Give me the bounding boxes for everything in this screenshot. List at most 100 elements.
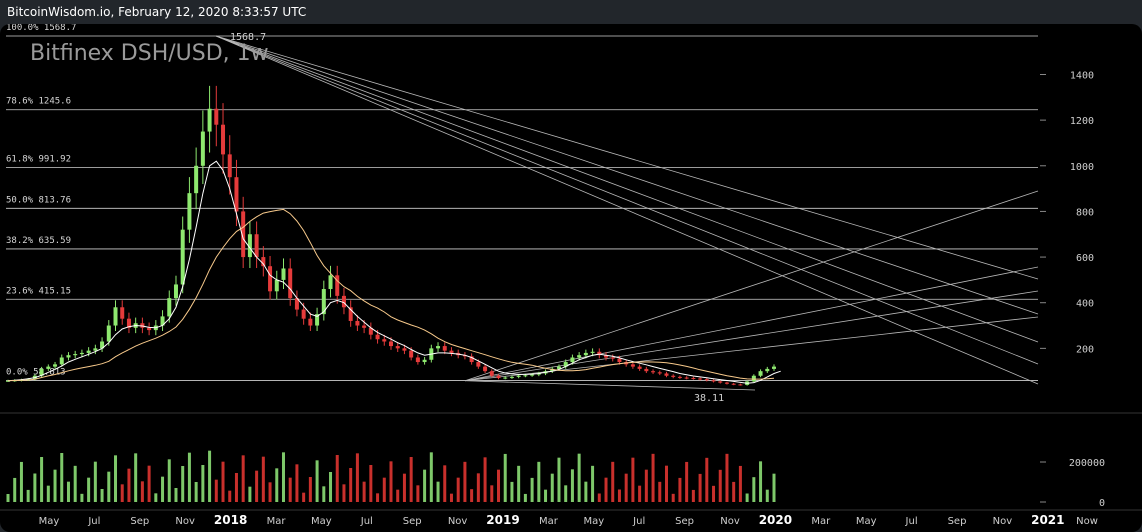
candle-body — [637, 366, 642, 369]
candle-body — [671, 375, 676, 377]
volume-bar — [436, 481, 440, 502]
moving-averages — [7, 160, 781, 384]
volume-bar — [140, 481, 144, 502]
volume-bar — [658, 481, 662, 502]
volume-bar — [275, 468, 279, 502]
candle-body — [86, 350, 91, 353]
candle-body — [214, 108, 219, 125]
volume-bar — [537, 461, 541, 502]
volume-bar — [443, 465, 447, 502]
x-tick-label: 2019 — [486, 513, 519, 527]
x-tick-label: Jul — [905, 516, 918, 527]
candle-body — [409, 350, 414, 358]
page-header: BitcoinWisdom.io, February 12, 2020 8:33… — [7, 5, 307, 19]
volume-bar — [234, 473, 238, 502]
volume-bar — [302, 492, 306, 502]
volume-bar — [503, 453, 507, 502]
x-tick-label: Sep — [948, 516, 967, 527]
volume-bar — [208, 450, 212, 502]
volume-bar — [691, 489, 695, 502]
fan-line-up — [464, 290, 1039, 382]
x-tick-label: Nov — [175, 516, 195, 527]
volume-bar — [376, 493, 380, 502]
x-tick-label: Nov — [720, 516, 740, 527]
volume-bar — [382, 477, 386, 502]
x-tick-label: Now — [1076, 516, 1098, 527]
fan-line-down — [215, 35, 1039, 280]
fan-line-up — [464, 380, 756, 391]
volume-bar — [470, 489, 474, 502]
volume-bar — [60, 453, 64, 502]
volume-bar — [154, 493, 158, 502]
volume-bar — [449, 493, 453, 502]
candle-body — [577, 355, 582, 358]
candle-body — [449, 350, 454, 353]
candle-body — [483, 366, 488, 372]
axes: 1400 1200 1000 800 600 400 200 May Jul Sep Nov 2018… — [0, 70, 1142, 527]
volume-bar — [100, 489, 104, 502]
candle-body — [617, 358, 622, 363]
volume-bar — [544, 489, 548, 502]
candle-body — [308, 318, 313, 326]
candle-body — [630, 364, 635, 367]
volume-bar — [725, 453, 729, 502]
volume-bar — [611, 461, 615, 502]
candle-body — [570, 357, 575, 363]
volume-bar — [604, 477, 608, 502]
volume-bar — [705, 457, 709, 502]
candle-body — [106, 325, 111, 342]
candle-body — [113, 307, 118, 326]
gann-fan-lines — [215, 35, 1039, 391]
candle-body — [53, 364, 58, 367]
volume-bar — [107, 471, 111, 502]
volume-bar — [322, 486, 326, 502]
volume-bar — [759, 461, 763, 502]
fib-label: 61.8% 991.92 — [6, 155, 71, 165]
volume-bar — [490, 485, 494, 502]
volume-bar — [114, 455, 118, 502]
candle-body — [288, 268, 293, 299]
volume-bar — [631, 457, 635, 502]
volume-bar — [349, 468, 353, 502]
candle-body — [415, 357, 420, 363]
candle-body — [691, 378, 696, 380]
low-annotation: 38.11 — [694, 393, 724, 404]
volume-bar — [577, 453, 581, 502]
candle-body — [516, 375, 521, 377]
candle-body — [167, 298, 172, 317]
price-tick-label: 800 — [1076, 207, 1094, 218]
candle-body — [724, 382, 729, 384]
x-tick-label: Mar — [267, 516, 287, 527]
price-tick-label: 1200 — [1070, 116, 1094, 127]
volume-bar — [147, 465, 151, 502]
fib-label: 78.6% 1245.6 — [6, 97, 71, 107]
x-tick-label: 2018 — [214, 513, 247, 527]
volume-bar — [120, 484, 124, 502]
candle-body — [422, 359, 427, 363]
volume-bar — [308, 477, 312, 502]
candle-body — [489, 371, 494, 376]
volume-bar — [570, 469, 574, 502]
volume-bar — [483, 457, 487, 502]
volume-bar — [745, 493, 749, 502]
candle-body — [194, 165, 199, 194]
chart-svg[interactable]: 100.0% 1568.7 78.6% 1245.6 61.8% 991.92 50.… — [0, 24, 1142, 532]
candle-body — [758, 371, 763, 376]
candle-body — [79, 352, 84, 355]
volume-bar — [161, 476, 165, 502]
volume-bar — [295, 464, 299, 502]
volume-bar — [127, 468, 131, 502]
volume-bar — [19, 461, 23, 502]
candle-body — [718, 381, 723, 383]
candle-body — [120, 307, 125, 319]
candle-body — [341, 295, 346, 308]
candle-body — [173, 284, 178, 299]
candle-body — [180, 229, 185, 285]
price-tick-label: 400 — [1076, 299, 1094, 310]
candle-body — [503, 377, 508, 379]
chart-panel[interactable]: 100.0% 1568.7 78.6% 1245.6 61.8% 991.92 50.… — [0, 24, 1142, 532]
candle-body — [147, 327, 152, 331]
volume-bar — [456, 477, 460, 502]
candle-body — [46, 366, 51, 369]
candle-body — [200, 131, 205, 166]
